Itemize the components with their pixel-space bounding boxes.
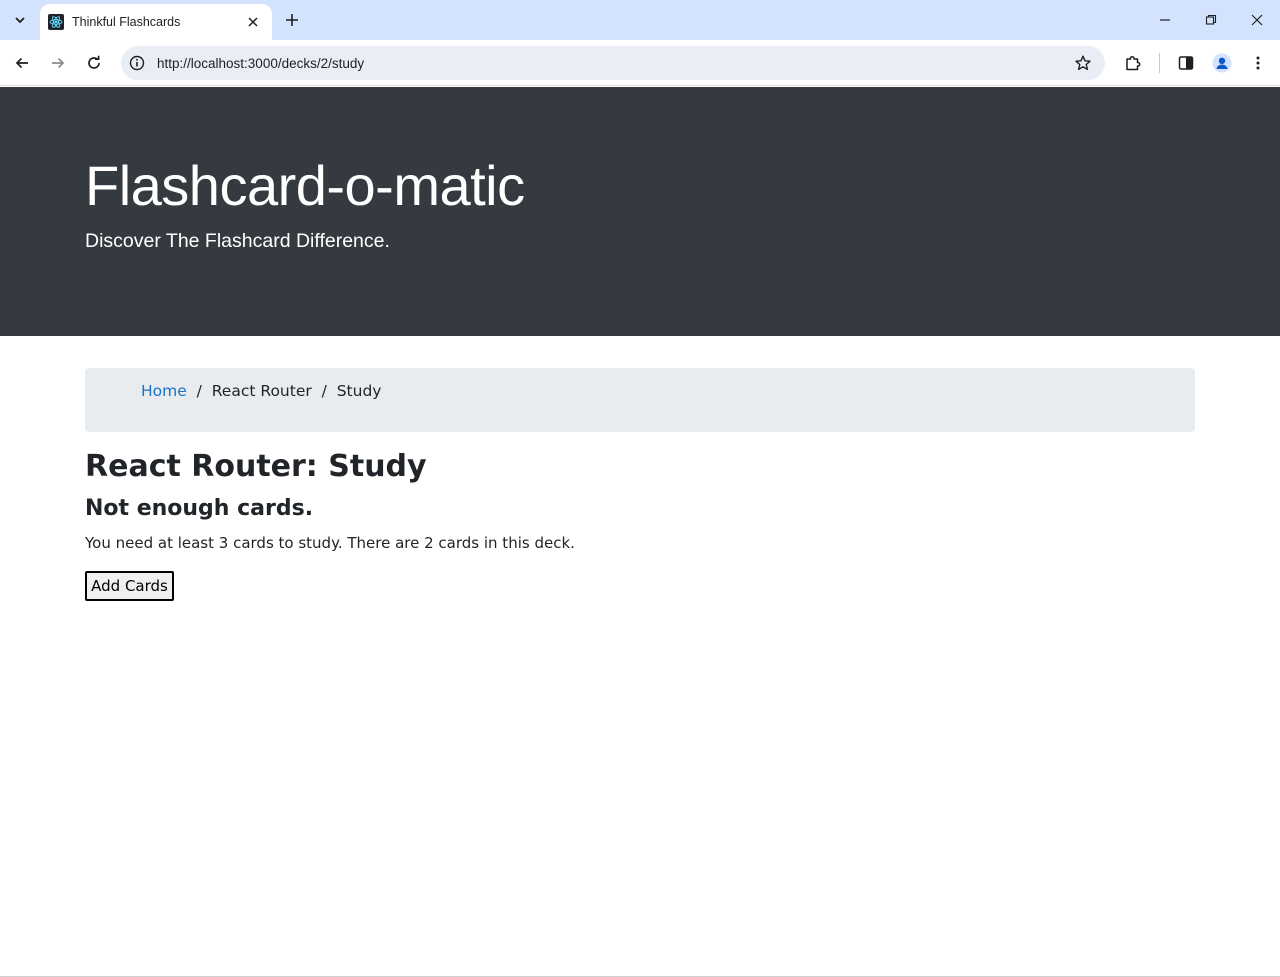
toolbar-divider bbox=[1159, 53, 1160, 73]
address-bar[interactable]: http://localhost:3000/decks/2/study bbox=[121, 46, 1105, 80]
reload-icon[interactable] bbox=[78, 47, 110, 79]
tab-title: Thinkful Flashcards bbox=[72, 15, 181, 29]
browser-toolbar: http://localhost:3000/decks/2/study bbox=[0, 40, 1280, 86]
breadcrumb-deck: React Router bbox=[211, 382, 312, 400]
profile-icon[interactable] bbox=[1208, 49, 1236, 77]
window-close-icon[interactable] bbox=[1234, 0, 1280, 40]
close-icon[interactable] bbox=[244, 13, 262, 31]
breadcrumb-trail: Home / React Router / Study bbox=[141, 382, 381, 400]
side-panel-icon[interactable] bbox=[1172, 49, 1200, 77]
tab-strip: Thinkful Flashcards bbox=[0, 0, 1280, 40]
star-icon[interactable] bbox=[1069, 49, 1097, 77]
app-title: Flashcard-o-matic bbox=[85, 154, 525, 217]
kebab-menu-icon[interactable] bbox=[1244, 49, 1272, 77]
card-count-message: You need at least 3 cards to study. Ther… bbox=[85, 534, 575, 552]
chevron-down-icon[interactable] bbox=[8, 8, 32, 32]
breadcrumb-separator: / bbox=[191, 382, 207, 400]
forward-arrow-icon[interactable] bbox=[42, 47, 74, 79]
page-title: React Router: Study bbox=[85, 449, 427, 484]
breadcrumb-separator: / bbox=[316, 382, 332, 400]
info-icon[interactable] bbox=[127, 53, 147, 73]
breadcrumb: Home / React Router / Study bbox=[85, 368, 1195, 432]
react-logo-icon bbox=[48, 14, 64, 30]
plus-icon[interactable] bbox=[280, 8, 304, 32]
restore-icon[interactable] bbox=[1188, 0, 1234, 40]
browser-tab[interactable]: Thinkful Flashcards bbox=[40, 4, 272, 40]
url-text[interactable]: http://localhost:3000/decks/2/study bbox=[157, 56, 1069, 71]
breadcrumb-current: Study bbox=[336, 382, 382, 400]
puzzle-icon[interactable] bbox=[1119, 49, 1147, 77]
app-tagline: Discover The Flashcard Difference. bbox=[85, 230, 390, 252]
not-enough-cards-heading: Not enough cards. bbox=[85, 496, 314, 521]
breadcrumb-home-link[interactable]: Home bbox=[141, 382, 187, 400]
header-jumbotron: Flashcard-o-matic Discover The Flashcard… bbox=[0, 87, 1280, 336]
back-arrow-icon[interactable] bbox=[6, 47, 38, 79]
minimize-icon[interactable] bbox=[1142, 0, 1188, 40]
add-cards-button[interactable]: Add Cards bbox=[85, 571, 174, 601]
